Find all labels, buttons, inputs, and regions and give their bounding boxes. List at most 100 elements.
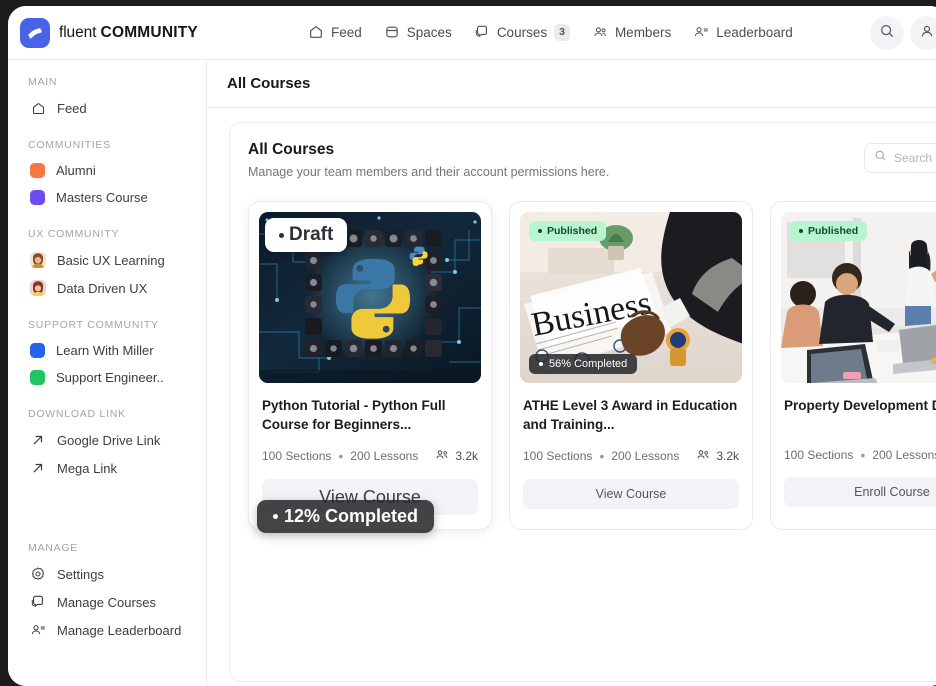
sidebar-label: Manage Courses	[57, 594, 156, 610]
leaderboard-icon	[693, 24, 709, 40]
sidebar-group-manage: MANAGE Settings Manage Courses Manage Le…	[8, 542, 206, 644]
course-lessons: 200 Lessons	[350, 449, 419, 463]
course-card[interactable]: Draft 12% Completed Python Tutorial - Py…	[248, 201, 492, 533]
course-students: 3.2k	[435, 448, 478, 464]
sidebar-section-title: MAIN	[28, 76, 58, 88]
course-card[interactable]: Published Property Development Dip... 10…	[770, 201, 936, 530]
user-avatar-icon	[919, 23, 935, 44]
top-bar-actions	[870, 6, 936, 60]
sidebar-item-support-engineer[interactable]: Support Engineer..	[8, 364, 206, 391]
nav-label-courses: Courses	[496, 24, 548, 40]
progress-dot-icon	[273, 514, 278, 519]
course-lessons: 200 Lessons	[872, 448, 936, 462]
primary-nav: Feed Spaces Courses 3 Members Leaderboar…	[308, 24, 793, 41]
sidebar: MAIN Feed COMMUNITIES Alumni Masters Cou…	[8, 60, 206, 686]
sidebar-label: Data Driven UX	[57, 280, 148, 296]
gear-icon	[30, 566, 46, 582]
course-thumbnail: Draft	[259, 212, 481, 383]
sidebar-group-ux-community: UX COMMUNITY Basic UX Learning Data Driv…	[8, 228, 206, 302]
brand-word-1: fluent	[59, 23, 97, 41]
progress-label: 56% Completed	[549, 358, 628, 370]
sidebar-section-title: MANAGE	[28, 542, 79, 554]
sidebar-label: Basic UX Learning	[57, 252, 165, 268]
course-sections: 100 Sections	[784, 448, 854, 462]
leaderboard-icon	[30, 622, 46, 638]
course-thumbnail: Published	[781, 212, 936, 383]
course-thumbnail: Business Published 56% Completed	[520, 212, 742, 383]
courses-grid: Draft 12% Completed Python Tutorial - Py…	[230, 179, 936, 533]
space-color-swatch	[30, 370, 45, 385]
status-dot-icon	[538, 229, 542, 233]
nav-item-feed[interactable]: Feed	[308, 24, 362, 40]
course-meta: 100 Sections • 200 Lessons	[784, 448, 936, 462]
sidebar-group-main: MAIN Feed	[8, 76, 206, 122]
search-button[interactable]	[870, 16, 904, 50]
sidebar-item-manage-leaderboard[interactable]: Manage Leaderboard	[8, 616, 206, 644]
sidebar-label: Google Drive Link	[57, 432, 161, 448]
panel-subtitle: Manage your team members and their accou…	[248, 165, 610, 179]
progress-dot-icon	[539, 362, 543, 366]
brand-name: fluent COMMUNITY	[59, 24, 198, 42]
search-courses-box[interactable]	[864, 143, 936, 173]
sidebar-label: Alumni	[56, 163, 96, 178]
sidebar-item-data-driven-ux[interactable]: Data Driven UX	[8, 274, 206, 302]
profile-button[interactable]	[910, 16, 936, 50]
space-color-swatch	[30, 190, 45, 205]
sidebar-item-feed[interactable]: Feed	[8, 94, 206, 122]
sidebar-item-google-drive-link[interactable]: Google Drive Link	[8, 426, 206, 454]
courses-icon	[30, 594, 46, 610]
brand-logo[interactable]: fluent COMMUNITY	[8, 17, 198, 48]
status-dot-icon	[799, 229, 803, 233]
nav-item-members[interactable]: Members	[592, 24, 671, 40]
students-count: 3.2k	[455, 449, 478, 463]
course-lessons: 200 Lessons	[611, 449, 680, 463]
sidebar-item-masters-course[interactable]: Masters Course	[8, 184, 206, 211]
course-title: Python Tutorial - Python Full Course for…	[262, 398, 446, 433]
course-progress-badge: 12% Completed	[257, 500, 435, 533]
nav-label-feed: Feed	[331, 24, 362, 40]
course-status-badge: Published	[529, 221, 607, 241]
students-count: 3.2k	[716, 449, 739, 463]
meta-separator: •	[860, 447, 866, 463]
sidebar-item-mega-link[interactable]: Mega Link	[8, 454, 206, 482]
course-meta: 100 Sections • 200 Lessons 3.2k	[262, 448, 478, 464]
content-header: All Courses	[207, 60, 936, 108]
brand-word-2: COMMUNITY	[100, 23, 198, 41]
sidebar-section-title: DOWNLOAD LINK	[28, 408, 126, 420]
sidebar-item-basic-ux-learning[interactable]: Basic UX Learning	[8, 246, 206, 274]
main-content: All Courses All Courses Manage your team…	[206, 60, 936, 686]
sidebar-group-download-link: DOWNLOAD LINK Google Drive Link Mega Lin…	[8, 408, 206, 482]
home-icon	[30, 100, 46, 116]
nav-item-courses[interactable]: Courses 3	[474, 24, 570, 41]
nav-item-leaderboard[interactable]: Leaderboard	[693, 24, 793, 40]
nav-label-spaces: Spaces	[406, 24, 452, 40]
sidebar-label: Learn With Miller	[56, 343, 154, 358]
sidebar-label: Support Engineer..	[56, 370, 164, 385]
meta-separator: •	[338, 448, 344, 464]
status-label: Published	[547, 225, 598, 237]
search-courses-input[interactable]	[894, 151, 936, 165]
sidebar-item-manage-courses[interactable]: Manage Courses	[8, 588, 206, 616]
course-card[interactable]: Business Published 56% Completed ATHE Le…	[509, 201, 753, 530]
sidebar-section-title: UX COMMUNITY	[28, 228, 120, 240]
panel-heading-block: All Courses Manage your team members and…	[248, 141, 609, 179]
status-label: Draft	[289, 224, 334, 245]
sidebar-item-learn-with-miller[interactable]: Learn With Miller	[8, 337, 206, 364]
courses-panel: All Courses Manage your team members and…	[229, 122, 936, 682]
app-window: fluent COMMUNITY Feed Spaces Courses 3 M…	[8, 6, 936, 686]
enroll-course-button[interactable]: Enroll Course	[784, 477, 936, 507]
search-icon	[879, 23, 895, 44]
sidebar-label: Mega Link	[57, 460, 117, 476]
sidebar-label: Masters Course	[56, 190, 148, 205]
meta-separator: •	[599, 448, 605, 464]
page-title: All Courses	[227, 75, 311, 92]
course-title: ATHE Level 3 Award in Education and Trai…	[523, 398, 738, 433]
view-course-button[interactable]: View Course	[523, 479, 739, 509]
progress-label: 12% Completed	[284, 506, 419, 526]
sidebar-item-settings[interactable]: Settings	[8, 560, 206, 588]
nav-item-spaces[interactable]: Spaces	[384, 24, 452, 40]
people-icon	[696, 448, 711, 464]
sidebar-item-alumni[interactable]: Alumni	[8, 157, 206, 184]
external-link-icon	[30, 460, 46, 476]
status-label: Published	[808, 225, 859, 237]
